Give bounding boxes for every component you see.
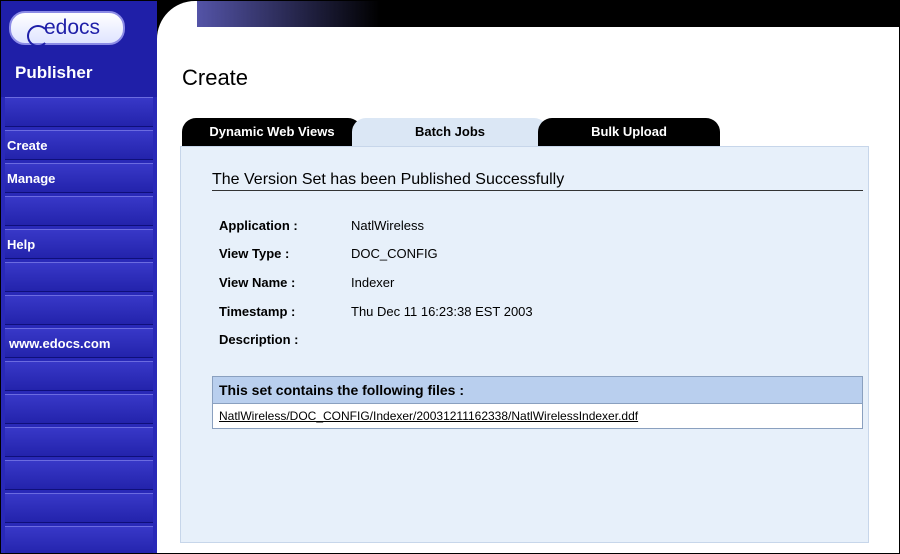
value-timestamp: Thu Dec 11 16:23:38 EST 2003: [351, 304, 533, 319]
sidebar-item-create[interactable]: Create: [5, 130, 153, 160]
top-bar: [157, 1, 899, 27]
headline-divider: [212, 190, 863, 191]
top-bar-curve: [157, 1, 197, 51]
sidebar-spacer: [5, 361, 153, 391]
page-title: Create: [182, 65, 249, 90]
label-description: Description :: [219, 332, 299, 347]
label-timestamp: Timestamp :: [219, 304, 296, 319]
value-view-name: Indexer: [351, 275, 395, 290]
sidebar-nav: Create Manage Help www.edocs.com: [5, 97, 153, 553]
logo-area: edocs Publisher: [1, 1, 157, 97]
value-view-type: DOC_CONFIG: [351, 246, 438, 261]
product-name: Publisher: [15, 63, 93, 82]
logo-swoosh-icon: [27, 25, 49, 47]
sidebar-item-help[interactable]: Help: [5, 229, 153, 259]
sidebar-spacer: [5, 526, 153, 553]
sidebar: edocs Publisher Create Manage Help www.e…: [1, 1, 157, 553]
sidebar-spacer: [5, 460, 153, 490]
sidebar-spacer: [5, 493, 153, 523]
sidebar-item-manage[interactable]: Manage: [5, 163, 153, 193]
sidebar-item-website[interactable]: www.edocs.com: [5, 328, 153, 358]
value-application: NatlWireless: [351, 218, 424, 233]
tab-batch-jobs[interactable]: Batch Jobs: [352, 118, 548, 146]
sidebar-spacer: [5, 427, 153, 457]
sidebar-spacer: [5, 196, 153, 226]
sidebar-spacer: [5, 295, 153, 325]
sidebar-spacer: [5, 262, 153, 292]
sidebar-spacer: [5, 97, 153, 127]
sidebar-spacer: [5, 394, 153, 424]
label-application: Application :: [219, 218, 298, 233]
logo-text: edocs: [43, 16, 101, 39]
app-window: edocs Publisher Create Manage Help www.e…: [0, 0, 900, 554]
tab-dynamic-web-views[interactable]: Dynamic Web Views: [182, 118, 362, 146]
label-view-name: View Name :: [219, 275, 296, 290]
success-headline: The Version Set has been Published Succe…: [212, 171, 565, 188]
tab-bulk-upload[interactable]: Bulk Upload: [538, 118, 720, 146]
edocs-logo: edocs: [9, 11, 125, 47]
label-view-type: View Type :: [219, 246, 290, 261]
file-link[interactable]: NatlWireless/DOC_CONFIG/Indexer/20031211…: [213, 404, 862, 428]
files-box: This set contains the following files : …: [212, 376, 863, 429]
files-header: This set contains the following files :: [213, 377, 862, 404]
